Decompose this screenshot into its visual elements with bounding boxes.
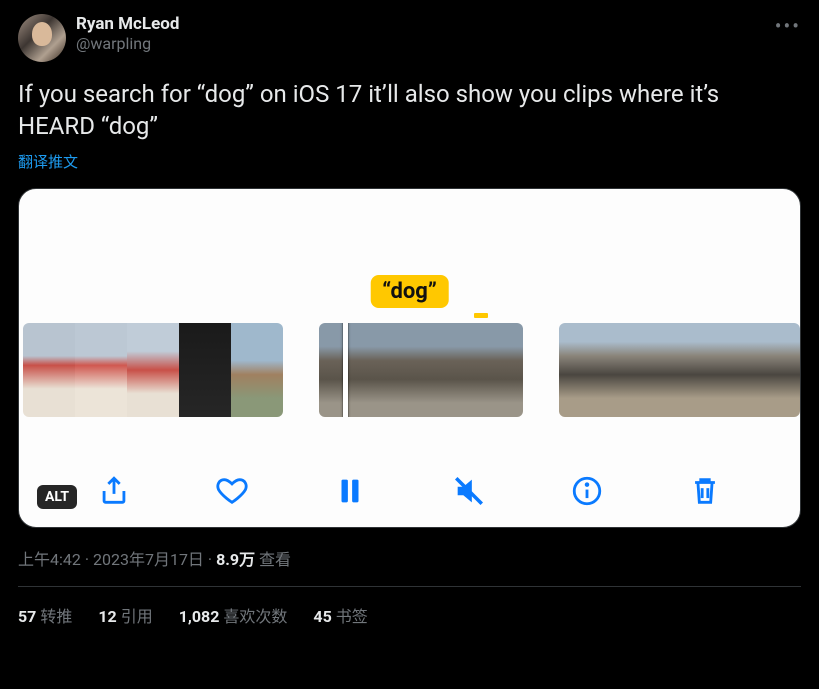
heart-icon[interactable] — [212, 471, 252, 511]
clip-frame — [23, 323, 75, 417]
alt-badge[interactable]: ALT — [37, 485, 77, 509]
pause-icon[interactable] — [330, 471, 370, 511]
clip-frame — [231, 323, 283, 417]
clip-frame — [455, 323, 523, 417]
tweet-header: Ryan McLeod @warpling — [18, 14, 801, 62]
search-tag: “dog” — [370, 275, 449, 308]
tweet-meta: 上午4:42 · 2023年7月17日 · 8.9万 查看 — [18, 546, 801, 570]
bookmarks-stat[interactable]: 45书签 — [313, 603, 367, 627]
more-icon[interactable]: ••• — [775, 14, 801, 38]
clip-frame — [679, 323, 719, 417]
clip-frame — [75, 323, 127, 417]
clip-frame — [127, 323, 179, 417]
divider — [18, 586, 801, 587]
clip-group[interactable] — [319, 323, 523, 417]
views-label: 查看 — [255, 550, 291, 569]
playhead-marker — [474, 313, 488, 318]
translate-link[interactable]: 翻译推文 — [18, 151, 801, 172]
tweet-time[interactable]: 上午4:42 — [18, 550, 81, 569]
info-icon[interactable] — [567, 471, 607, 511]
video-timeline[interactable] — [19, 323, 800, 417]
media-card[interactable]: “dog” — [18, 188, 801, 528]
clip-frame — [639, 323, 679, 417]
views-count: 8.9万 — [216, 550, 255, 569]
retweets-stat[interactable]: 57转推 — [18, 603, 72, 627]
media-toolbar — [19, 471, 800, 511]
tweet-date[interactable]: 2023年7月17日 — [93, 550, 204, 569]
likes-stat[interactable]: 1,082喜欢次数 — [179, 603, 288, 627]
trash-icon[interactable] — [685, 471, 725, 511]
clip-frame — [760, 323, 800, 417]
mute-icon[interactable] — [449, 471, 489, 511]
display-name: Ryan McLeod — [76, 14, 179, 34]
clip-frame — [559, 323, 599, 417]
share-icon[interactable] — [94, 471, 134, 511]
clip-group[interactable] — [23, 323, 283, 417]
avatar[interactable] — [18, 14, 66, 62]
clip-frame — [319, 323, 387, 417]
playhead[interactable] — [343, 323, 348, 417]
handle: @warpling — [76, 34, 179, 53]
quotes-stat[interactable]: 12引用 — [98, 603, 152, 627]
tweet-text: If you search for “dog” on iOS 17 it’ll … — [18, 78, 801, 143]
tweet-stats: 57转推 12引用 1,082喜欢次数 45书签 — [18, 603, 801, 627]
clip-frame — [599, 323, 639, 417]
clip-frame — [720, 323, 760, 417]
clip-group[interactable] — [559, 323, 800, 417]
clip-frame — [387, 323, 455, 417]
tweet-container: Ryan McLeod @warpling ••• If you search … — [0, 0, 819, 641]
author-block[interactable]: Ryan McLeod @warpling — [76, 14, 179, 53]
clip-frame — [179, 323, 231, 417]
